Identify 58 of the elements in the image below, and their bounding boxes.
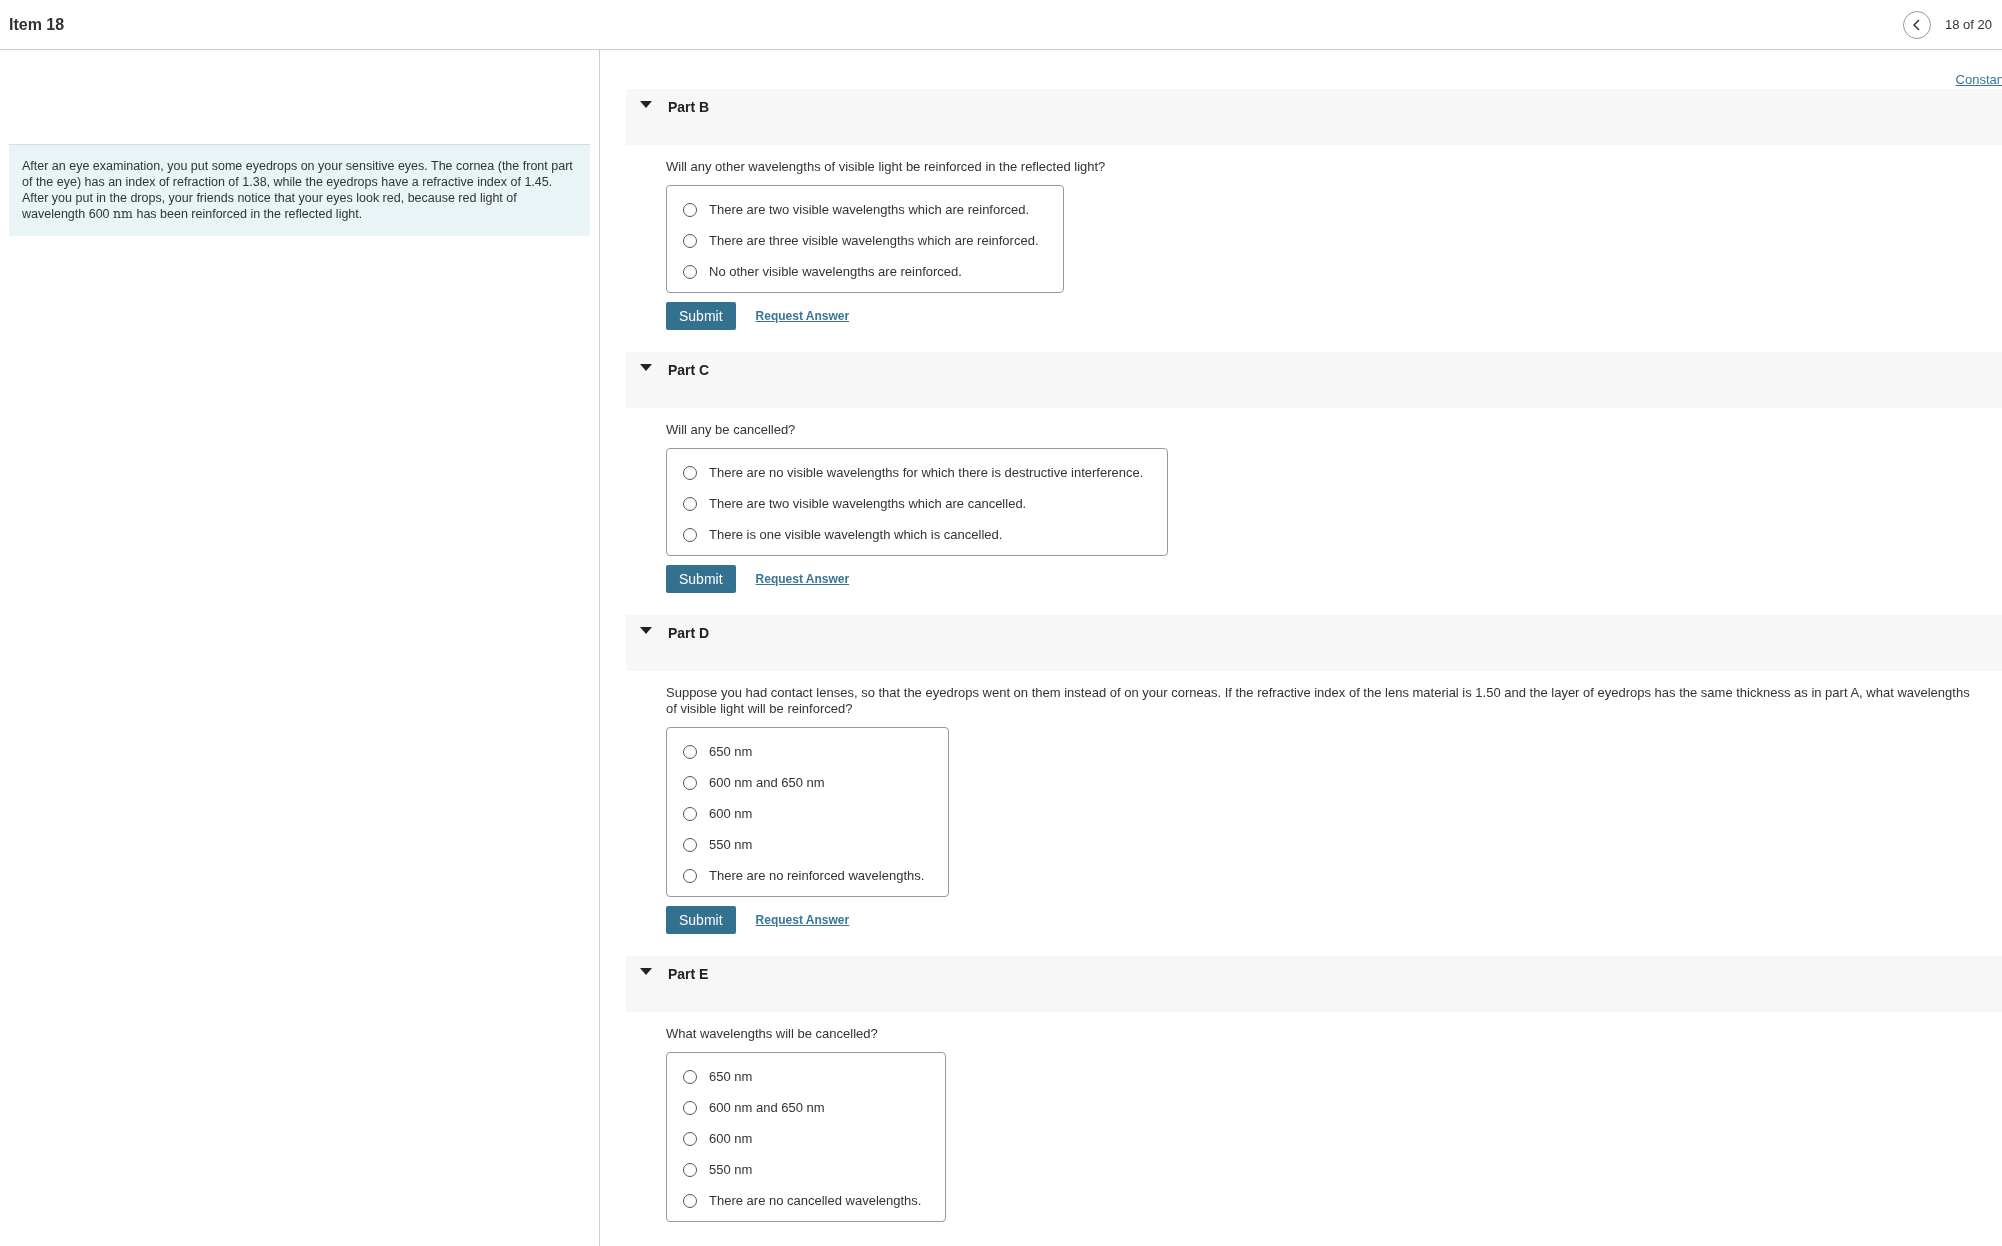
option-label: There are no reinforced wavelengths. bbox=[709, 867, 925, 885]
radio-button[interactable] bbox=[683, 203, 697, 217]
question-text: Suppose you had contact lenses, so that the eyedrops went on them instead of on your corneas. If the refractive index of the lens material is 1.50 and the layer of eyedrops has the same thickness as in part A, what wavelengths of visible light will be reinforced? bbox=[666, 685, 1971, 717]
caret-icon bbox=[640, 101, 652, 109]
question-text: Will any other wavelengths of visible light be reinforced in the reflected light? bbox=[666, 159, 1107, 175]
option-label: 650 nm bbox=[709, 1068, 753, 1086]
option-label: There are three visible wavelengths which are reinforced. bbox=[709, 232, 1039, 250]
option-label: There are two visible wavelengths which are reinforced. bbox=[709, 201, 1030, 219]
radio-button[interactable] bbox=[683, 776, 697, 790]
request-answer-link[interactable]: Request Answer bbox=[755, 570, 850, 588]
option-label: There are no visible wavelengths for which there is destructive interference. bbox=[709, 464, 1144, 482]
radio-button[interactable] bbox=[683, 1163, 697, 1177]
submit-button[interactable]: Submit bbox=[666, 302, 736, 330]
part-header[interactable]: Part E bbox=[626, 956, 2002, 1012]
part-title: Part B bbox=[668, 98, 710, 117]
item-title: Item 18 bbox=[9, 14, 65, 35]
part-header[interactable]: Part C bbox=[626, 352, 2002, 408]
option-label: No other visible wavelengths are reinforced. bbox=[709, 263, 962, 281]
radio-button[interactable] bbox=[683, 745, 697, 759]
caret-icon bbox=[640, 364, 652, 372]
radio-button[interactable] bbox=[683, 1194, 697, 1208]
radio-button[interactable] bbox=[683, 265, 697, 279]
radio-button[interactable] bbox=[683, 234, 697, 248]
radio-button[interactable] bbox=[683, 528, 697, 542]
radio-button[interactable] bbox=[683, 838, 697, 852]
part-title: Part E bbox=[668, 965, 709, 984]
option-label: 600 nm and 650 nm bbox=[709, 774, 825, 792]
submit-button[interactable]: Submit bbox=[666, 906, 736, 934]
option-label: 550 nm bbox=[709, 836, 753, 854]
radio-button[interactable] bbox=[683, 1132, 697, 1146]
request-answer-link[interactable]: Request Answer bbox=[755, 911, 850, 929]
option-label: There are two visible wavelengths which are cancelled. bbox=[709, 495, 1027, 513]
radio-button[interactable] bbox=[683, 497, 697, 511]
question-text: What wavelengths will be cancelled? bbox=[666, 1026, 879, 1042]
part-title: Part D bbox=[668, 624, 710, 643]
radio-button[interactable] bbox=[683, 1101, 697, 1115]
request-answer-link[interactable]: Request Answer bbox=[755, 307, 850, 325]
option-label: There are no cancelled wavelengths. bbox=[709, 1192, 922, 1210]
radio-button[interactable] bbox=[683, 869, 697, 883]
pager-text: 18 of 20 bbox=[1945, 15, 1992, 34]
option-label: 600 nm bbox=[709, 805, 753, 823]
radio-button[interactable] bbox=[683, 466, 697, 480]
option-label: There is one visible wavelength which is cancelled. bbox=[709, 526, 1003, 544]
question-text: Will any be cancelled? bbox=[666, 422, 797, 438]
option-label: 600 nm and 650 nm bbox=[709, 1099, 825, 1117]
problem-statement: After an eye examination, you put some eyedrops on your sensitive eyes. The cornea (the front part of the eye) has an index of refraction of 1.38, while the eyedrops have a refractive index of 1.45. After you put in the drops, your friends notice that your eyes look red, because red light of wavelength 600 nm has been reinforced in the reflected light. bbox=[22, 158, 574, 222]
caret-icon bbox=[640, 627, 652, 635]
part-header[interactable]: Part B bbox=[626, 89, 2002, 145]
option-label: 650 nm bbox=[709, 743, 753, 761]
radio-button[interactable] bbox=[683, 807, 697, 821]
option-label: 600 nm bbox=[709, 1130, 753, 1148]
submit-button[interactable]: Submit bbox=[666, 565, 736, 593]
caret-icon bbox=[640, 968, 652, 976]
part-title: Part C bbox=[668, 361, 710, 380]
chevron-left-icon bbox=[1913, 18, 1921, 31]
radio-button[interactable] bbox=[683, 1070, 697, 1084]
option-label: 550 nm bbox=[709, 1161, 753, 1179]
part-header[interactable]: Part D bbox=[626, 615, 2002, 671]
